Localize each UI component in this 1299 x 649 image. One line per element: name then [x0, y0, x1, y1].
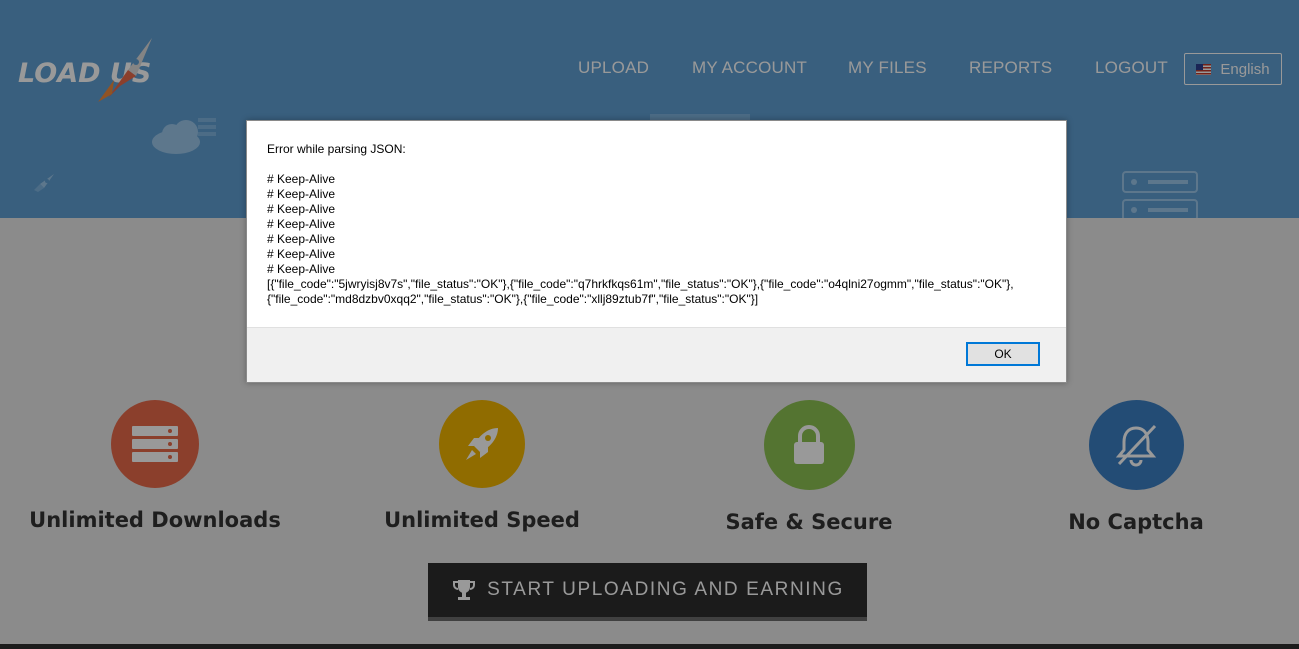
- ok-button[interactable]: OK: [966, 342, 1040, 366]
- dialog-line: [{"file_code":"5jwryisj8v7s","file_statu…: [267, 277, 1014, 291]
- dialog-body: Error while parsing JSON: # Keep-Alive #…: [247, 121, 1066, 327]
- dialog-line: # Keep-Alive: [267, 202, 336, 216]
- dialog-line: {"file_code":"md8dzbv0xqq2","file_status…: [267, 292, 759, 306]
- error-dialog: Error while parsing JSON: # Keep-Alive #…: [246, 120, 1067, 383]
- dialog-line: # Keep-Alive: [267, 262, 336, 276]
- dialog-line: # Keep-Alive: [267, 172, 336, 186]
- dialog-line: # Keep-Alive: [267, 187, 336, 201]
- dialog-spacer: [267, 157, 1046, 172]
- dialog-footer: OK: [247, 327, 1066, 382]
- dialog-line: # Keep-Alive: [267, 217, 336, 231]
- dialog-title: Error while parsing JSON:: [267, 142, 406, 156]
- dialog-line: # Keep-Alive: [267, 247, 336, 261]
- dialog-line: # Keep-Alive: [267, 232, 336, 246]
